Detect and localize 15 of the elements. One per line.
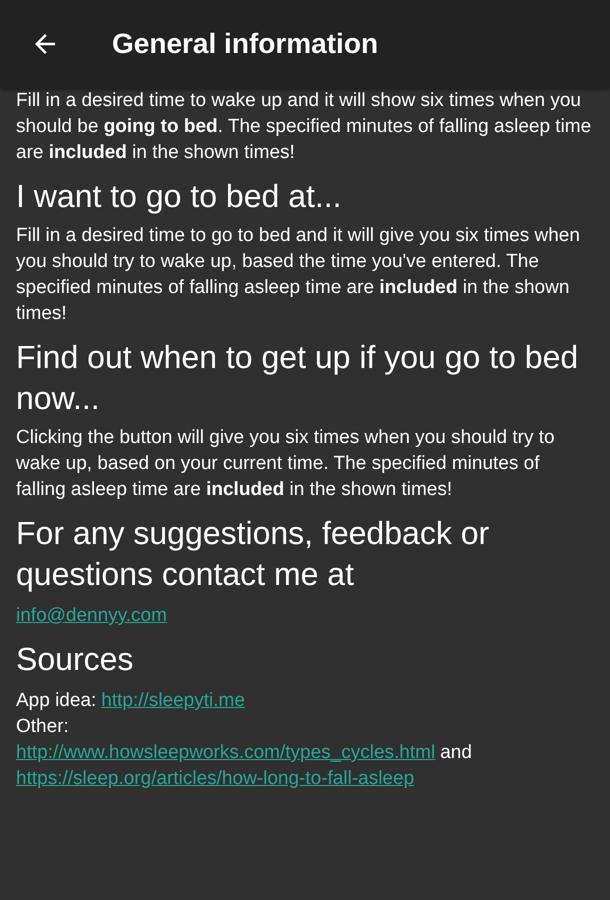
section-heading: Find out when to get up if you go to bed now... bbox=[16, 338, 580, 418]
sources-label: App idea: bbox=[16, 690, 96, 711]
section-heading: I want to go to bed at... bbox=[16, 177, 343, 216]
section-heading: Sources bbox=[16, 640, 134, 679]
section-paragraph: Fill in a desired time to go to bed and it will give you six times when you should try to wake up, based the time you've entered. The specified minutes of falling asleep time are included in the shown times! bbox=[16, 224, 581, 326]
link[interactable]: http://www.howsleepworks.com/types_cycles.html bbox=[16, 742, 436, 763]
link[interactable]: https://sleep.org/articles/how-long-to-fall-asleep bbox=[16, 768, 414, 789]
sources-label: and bbox=[440, 742, 472, 763]
section-paragraph: Fill in a desired time to wake up and it will show six times when you should be going to bed. The specified minutes of falling asleep time are included in the shown times! bbox=[16, 89, 592, 165]
section-heading: For any suggestions, feedback or questions contact me at bbox=[16, 514, 490, 594]
screen-title: General information bbox=[112, 28, 378, 60]
section-paragraph: Clicking the button will give you six times when you should try to wake up, based on your current time. The specified minutes of falling asleep time are included in the shown times! bbox=[16, 426, 556, 502]
link[interactable]: info@dennyy.com bbox=[16, 605, 167, 626]
sources-label: Other: bbox=[16, 716, 69, 737]
link[interactable]: http://sleepyti.me bbox=[101, 690, 245, 711]
